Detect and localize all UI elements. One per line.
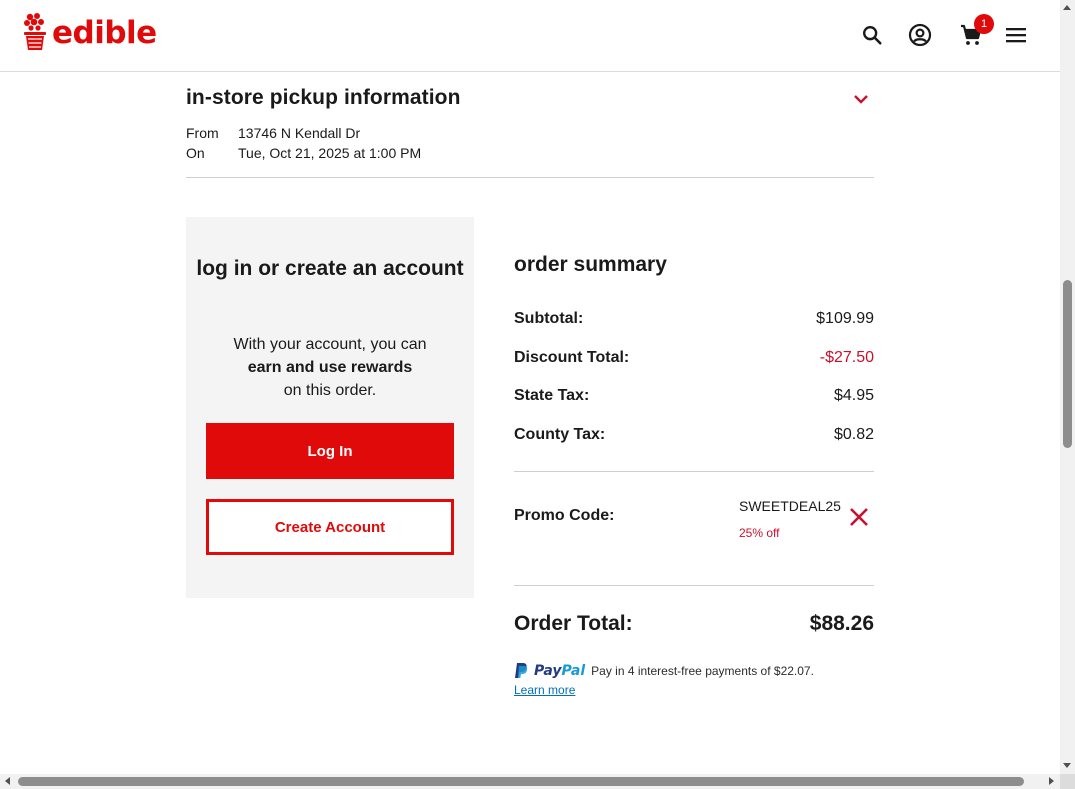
pickup-divider <box>186 177 874 178</box>
checkout-page: edible 1 in-store pickup information Fro… <box>0 0 1060 774</box>
edible-logo[interactable]: edible <box>22 12 157 52</box>
scroll-down-arrow-icon[interactable] <box>1063 763 1071 768</box>
pickup-on-label: On <box>186 145 205 161</box>
pickup-on-value: Tue, Oct 21, 2025 at 1:00 PM <box>238 145 422 161</box>
site-header: edible 1 <box>0 0 1060 72</box>
order-summary-title: order summary <box>514 253 667 276</box>
promo-code-label: Promo Code: <box>514 507 615 524</box>
paypal-pay-in-4-text: Pay in 4 interest-free payments of $22.0… <box>591 663 814 678</box>
order-total-value: $88.26 <box>809 612 874 635</box>
order-total-label: Order Total: <box>514 612 633 635</box>
horizontal-scroll-thumb[interactable] <box>18 777 1024 786</box>
discount-total-label: Discount Total: <box>514 349 630 366</box>
pickup-from-value: 13746 N Kendall Dr <box>238 125 361 141</box>
log-in-button[interactable]: Log In <box>206 423 454 479</box>
create-account-button[interactable]: Create Account <box>206 499 454 555</box>
promo-discount-desc: 25% off <box>739 526 780 540</box>
pickup-info-title: in-store pickup information <box>186 86 461 109</box>
state-tax-label: State Tax: <box>514 387 590 404</box>
login-text-after: on this order. <box>283 382 377 399</box>
login-panel: log in or create an account With your ac… <box>186 217 474 598</box>
county-tax-label: County Tax: <box>514 426 606 443</box>
subtotal-label: Subtotal: <box>514 310 584 327</box>
horizontal-scrollbar[interactable] <box>0 774 1060 789</box>
summary-divider-1 <box>514 471 874 472</box>
remove-promo-close-icon[interactable] <box>848 506 870 528</box>
scroll-left-arrow-icon[interactable] <box>5 777 10 785</box>
summary-divider-2 <box>514 585 874 586</box>
paypal-message: PayPal Pay in 4 interest-free payments o… <box>514 662 814 679</box>
paypal-word-pay: Pay <box>534 662 562 679</box>
county-tax-value: $0.82 <box>833 426 874 443</box>
paypal-wordmark: PayPal <box>534 663 585 679</box>
login-description: With your account, you can earn and use … <box>186 333 474 402</box>
vertical-scrollbar[interactable] <box>1060 0 1075 774</box>
discount-total-value: -$27.50 <box>819 349 874 366</box>
menu-icon[interactable] <box>1003 22 1029 48</box>
chevron-down-icon[interactable] <box>850 90 872 108</box>
login-text-bold: earn and use rewards <box>247 359 413 376</box>
search-icon[interactable] <box>859 22 885 48</box>
state-tax-value: $4.95 <box>833 387 874 404</box>
paypal-word-pal: Pal <box>561 662 586 679</box>
subtotal-value: $109.99 <box>816 310 874 327</box>
scroll-right-arrow-icon[interactable] <box>1049 777 1054 785</box>
fruit-basket-logo-icon <box>24 13 46 50</box>
logo-wordmark: edible <box>52 14 157 51</box>
paypal-logo-icon <box>515 663 528 678</box>
paypal-learn-more-link[interactable]: Learn more <box>514 683 575 697</box>
scrollbar-corner <box>1060 774 1075 789</box>
account-icon[interactable] <box>907 22 933 48</box>
pickup-from-label: From <box>186 125 219 141</box>
login-text-before: With your account, you can <box>233 336 427 353</box>
vertical-scroll-thumb[interactable] <box>1063 280 1072 448</box>
cart-count-badge: 1 <box>974 14 994 34</box>
promo-code-value: SWEETDEAL25 <box>739 498 841 514</box>
login-title: log in or create an account <box>196 257 464 280</box>
scroll-up-arrow-icon[interactable] <box>1063 5 1071 10</box>
